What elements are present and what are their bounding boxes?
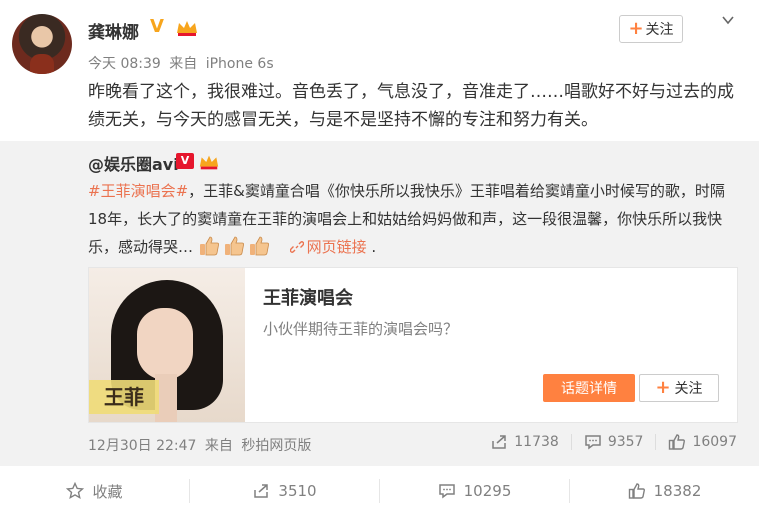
comment-icon	[585, 435, 601, 450]
share-icon	[254, 484, 269, 498]
comment-action-count: 10295	[463, 482, 512, 500]
star-icon	[66, 482, 85, 500]
comment-count: 9357	[607, 434, 644, 450]
topic-card-image[interactable]: 王菲	[89, 268, 245, 422]
topic-details-button[interactable]: 话题详情	[543, 374, 635, 402]
like-action-count: 18382	[653, 482, 702, 500]
share-icon	[492, 435, 507, 449]
comment-button[interactable]: 10295	[380, 479, 569, 503]
repost-comment-stat[interactable]: 9357	[584, 433, 644, 451]
avatar[interactable]	[12, 14, 72, 74]
member-crown-icon	[177, 21, 197, 36]
post-time[interactable]: 今天 08:39	[88, 56, 161, 72]
topic-card-description: 小伙伴期待王菲的演唱会吗？	[263, 320, 459, 338]
favorite-label: 收藏	[92, 482, 123, 501]
post-source[interactable]: iPhone 6s	[206, 56, 274, 72]
repost-share-stat[interactable]: 11738	[490, 433, 559, 451]
post-content: 昨晚看了这个，我很难过。音色丢了，气息没了，音准走了……唱歌好不好与过去的成绩无…	[88, 82, 734, 130]
member-crown-icon	[199, 155, 219, 170]
repost-source[interactable]: 秒拍网页版	[241, 438, 311, 454]
repost-container: @娱乐圈avi V #王菲演唱会#，王菲&窦靖童合唱《你快乐所以我快乐》王菲唱着…	[0, 141, 759, 465]
favorite-button[interactable]: 收藏	[0, 479, 189, 503]
post-meta: 今天 08:39 来自 iPhone 6s	[88, 53, 278, 73]
repost-text: #王菲演唱会#，王菲&窦靖童合唱《你快乐所以我快乐》王菲唱着给窦靖童小时候写的歌…	[88, 177, 738, 261]
action-bar: 收藏 3510 10295 18382	[0, 465, 759, 516]
thumbs-up-emoji-icon	[224, 236, 244, 256]
source-prefix: 来自	[204, 438, 233, 454]
username[interactable]: 龚琳娜	[88, 18, 139, 43]
repost-button[interactable]: 3510	[190, 479, 379, 503]
link-suffix: .	[371, 238, 377, 256]
image-label: 王菲	[89, 380, 159, 414]
weibo-post: 龚琳娜 V 今天 08:39 来自 iPhone 6s + 关注 昨晚看了这个，…	[0, 0, 759, 516]
follow-button[interactable]: + 关注	[619, 15, 683, 43]
chevron-down-icon[interactable]	[720, 12, 736, 28]
repost-count: 11738	[514, 434, 559, 450]
hashtag-link[interactable]: #王菲演唱会#	[88, 182, 188, 200]
verified-icon: V	[150, 16, 164, 37]
repost-meta: 12月30日 22:47 来自 秒拍网页版	[88, 435, 315, 455]
comment-icon	[438, 484, 455, 499]
web-link[interactable]: 网页链接	[307, 238, 367, 256]
repost-like-stat[interactable]: 16097	[668, 433, 737, 451]
thumbs-up-emoji-icon	[249, 236, 269, 256]
topic-follow-button[interactable]: + 关注	[639, 374, 719, 402]
plus-icon: +	[628, 18, 644, 39]
repost-time[interactable]: 12月30日 22:47	[88, 438, 196, 454]
like-icon	[628, 483, 645, 499]
thumbs-up-emoji-icon	[199, 236, 219, 256]
like-icon	[669, 434, 686, 450]
like-button[interactable]: 18382	[570, 479, 759, 503]
topic-card[interactable]: 王菲 王菲演唱会 小伙伴期待王菲的演唱会吗？ 话题详情 + 关注	[88, 267, 738, 423]
plus-icon: +	[655, 377, 671, 398]
topic-card-title[interactable]: 王菲演唱会	[263, 284, 353, 310]
follow-label: 关注	[645, 22, 674, 38]
link-icon	[289, 241, 304, 253]
repost-action-count: 3510	[278, 482, 317, 500]
verified-red-icon: V	[176, 153, 194, 169]
source-prefix: 来自	[169, 56, 198, 72]
like-count: 16097	[692, 434, 737, 450]
repost-username[interactable]: @娱乐圈avi	[88, 151, 179, 175]
repost-stats: 11738 9357 16097	[490, 433, 737, 451]
topic-follow-label: 关注	[674, 381, 703, 397]
